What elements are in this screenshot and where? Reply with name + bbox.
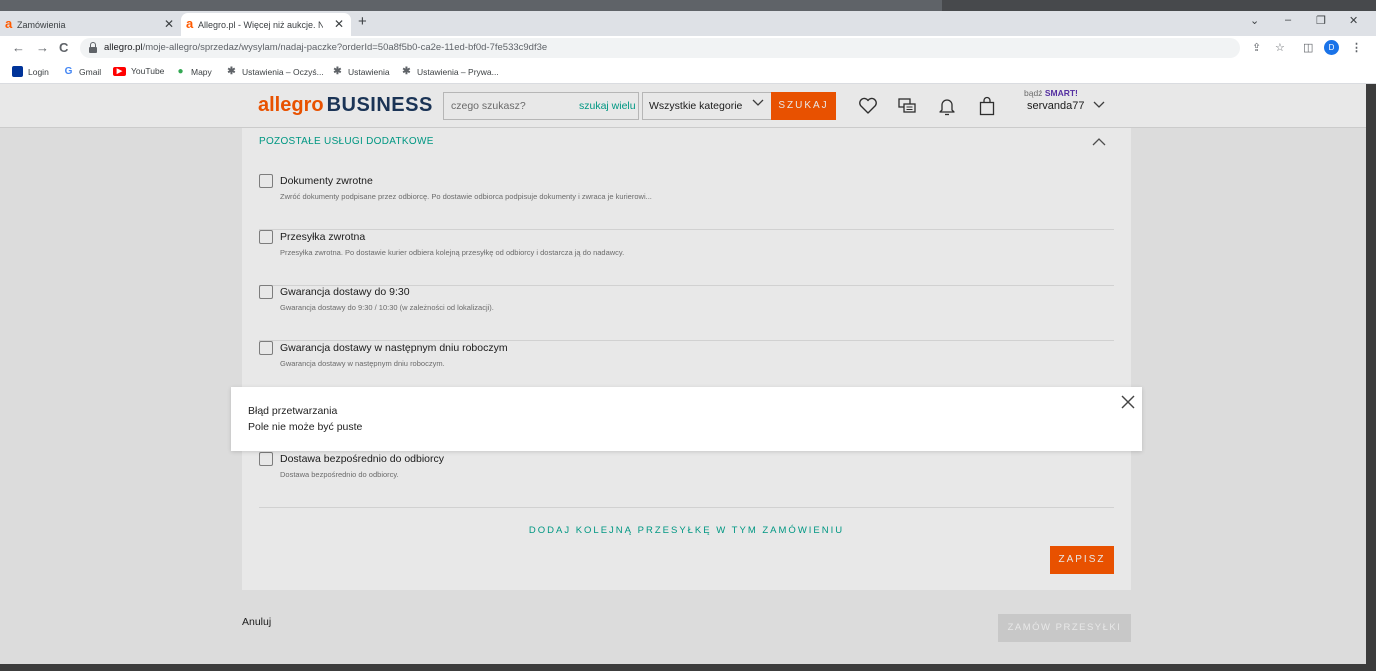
google-icon: G	[64, 66, 73, 77]
restore-button[interactable]: ❐	[1316, 14, 1326, 27]
bookmark-label: Gmail	[79, 66, 102, 77]
browser-menu-icon[interactable]: ⋮	[1351, 41, 1362, 55]
minimize-button[interactable]: –	[1285, 14, 1291, 26]
window-top-strip	[0, 0, 1376, 11]
gear-icon: ✱	[227, 66, 236, 77]
bookmark-label: Ustawienia – Prywa...	[417, 66, 499, 77]
maps-pin-icon: ●	[177, 66, 184, 77]
share-icon[interactable]: ⇪	[1252, 41, 1261, 55]
tab-zamowienia[interactable]: a Zamówienia ✕	[0, 13, 181, 36]
right-edge-strip	[1366, 84, 1376, 664]
modal-overlay[interactable]	[0, 84, 1366, 664]
youtube-icon: ▶	[113, 66, 126, 76]
side-panel-icon[interactable]: ◫	[1303, 41, 1313, 55]
bookmark-label: Ustawienia – Oczyś...	[242, 66, 324, 77]
bookmark-settings[interactable]: ✱ Ustawienia	[332, 66, 390, 77]
eu-flag-icon	[12, 66, 23, 77]
bookmark-label: Login	[28, 66, 49, 77]
window-top-strip-right	[942, 0, 1376, 11]
new-tab-button[interactable]: +	[358, 13, 367, 31]
bookmark-label: Mapy	[191, 66, 212, 77]
tab-allegro[interactable]: a Allegro.pl - Więcej niż aukcje. Na ✕	[181, 13, 351, 36]
bookmark-star-icon[interactable]: ☆	[1275, 41, 1285, 55]
url-text[interactable]: allegro.pl/moje-allegro/sprzedaz/wysylam…	[104, 42, 547, 53]
page-viewport: allegroBUSINESS szukaj wielu Wszystkie k…	[0, 84, 1366, 664]
bookmark-mapy[interactable]: ● Mapy	[175, 66, 212, 77]
url-path: /moje-allegro/sprzedaz/wysylam/nadaj-pac…	[142, 42, 548, 53]
window-close-button[interactable]: ✕	[1349, 14, 1358, 27]
allegro-favicon-icon: a	[186, 16, 194, 31]
bookmarks-bar: Login G Gmail ▶ YouTube ● Mapy ✱ Ustawienia …	[0, 61, 1376, 84]
url-domain: allegro.pl	[104, 42, 143, 53]
tab-close-icon[interactable]: ✕	[334, 17, 344, 31]
tab-close-icon[interactable]: ✕	[164, 17, 174, 31]
bookmark-login[interactable]: Login	[12, 66, 49, 77]
tab-bar: a Zamówienia ✕ a Allegro.pl - Więcej niż…	[0, 11, 1376, 36]
bottom-edge-strip	[0, 664, 1376, 671]
address-bar-row: ← → C allegro.pl/moje-allegro/sprzedaz/w…	[0, 36, 1376, 61]
tab-title: Allegro.pl - Więcej niż aukcje. Na	[198, 19, 323, 30]
modal-title: Błąd przetwarzania	[248, 405, 338, 417]
bookmark-gmail[interactable]: G Gmail	[63, 66, 102, 77]
forward-arrow-icon[interactable]: →	[36, 41, 49, 55]
bookmark-label: YouTube	[131, 66, 165, 76]
url-bar[interactable]: allegro.pl/moje-allegro/sprzedaz/wysylam…	[80, 38, 1240, 58]
bookmark-youtube[interactable]: ▶ YouTube	[113, 66, 164, 76]
allegro-favicon-icon: a	[5, 16, 13, 31]
back-arrow-icon[interactable]: ←	[12, 41, 25, 55]
lock-icon[interactable]	[88, 42, 98, 54]
tab-search-chevron-icon[interactable]: ⌄	[1250, 14, 1259, 27]
bookmark-label: Ustawienia	[348, 66, 390, 77]
bookmark-settings-clear[interactable]: ✱ Ustawienia – Oczyś...	[226, 66, 324, 77]
gear-icon: ✱	[402, 66, 411, 77]
modal-message: Pole nie może być puste	[248, 421, 363, 433]
gear-icon: ✱	[333, 66, 342, 77]
bookmark-settings-privacy[interactable]: ✱ Ustawienia – Prywa...	[401, 66, 499, 77]
profile-avatar[interactable]: D	[1324, 40, 1339, 55]
reload-icon[interactable]: C	[59, 41, 68, 55]
tab-title: Zamówienia	[17, 19, 66, 30]
error-modal: Błąd przetwarzania Pole nie może być pus…	[231, 387, 1142, 451]
close-icon[interactable]	[1119, 393, 1137, 411]
